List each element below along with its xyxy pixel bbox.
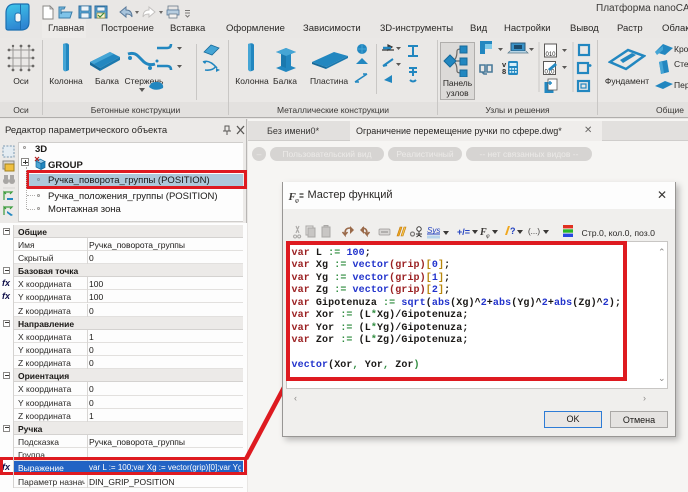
svg-text:φ: φ xyxy=(295,199,299,204)
svg-text:+/=: +/= xyxy=(457,227,470,237)
svg-text:010: 010 xyxy=(546,52,557,58)
svg-text:φ: φ xyxy=(486,233,490,239)
svg-text:8: 8 xyxy=(502,67,506,76)
